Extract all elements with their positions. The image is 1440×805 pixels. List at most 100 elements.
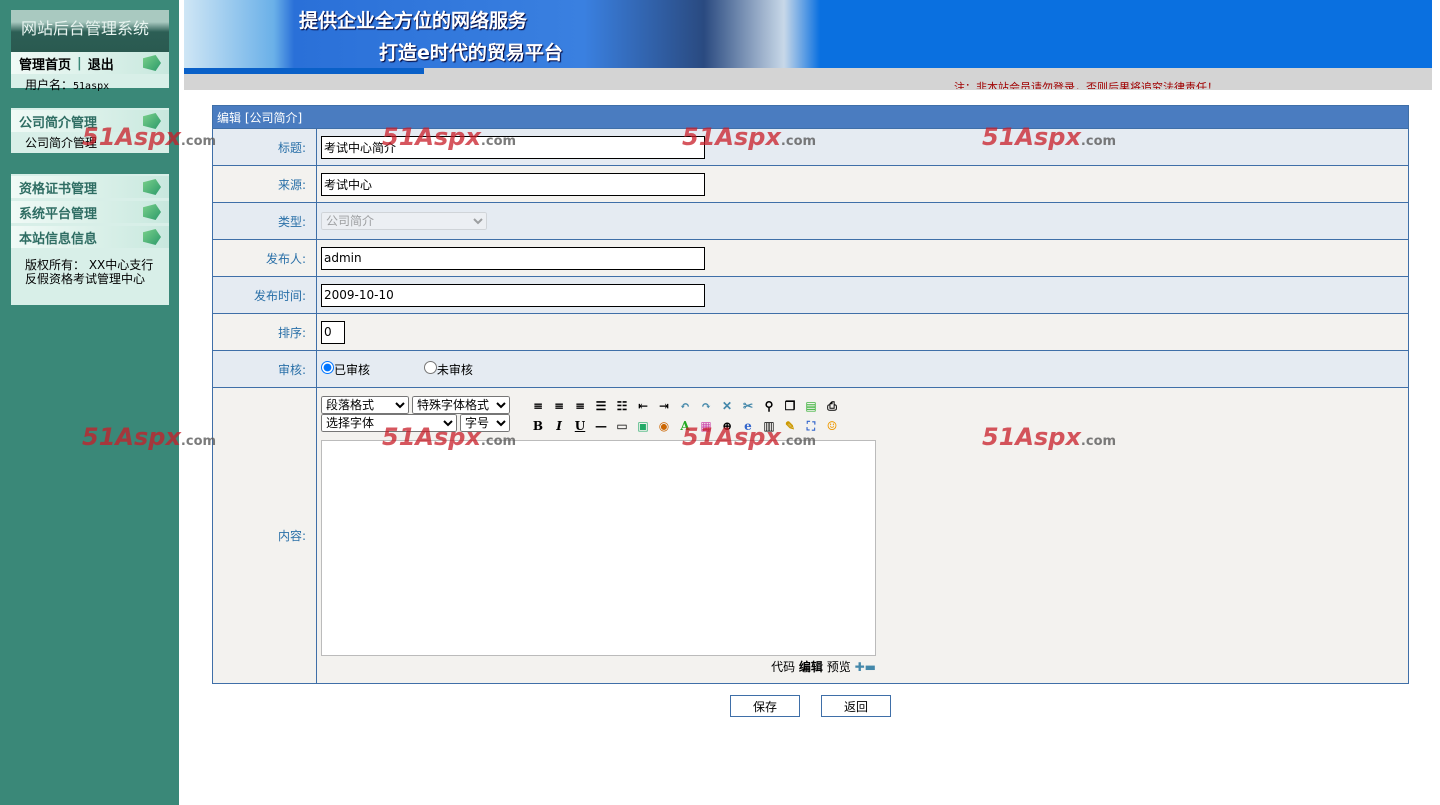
banner-slogan-1: 提供企业全方位的网络服务 [299,10,528,32]
audit-yes-label: 已审核 [334,362,371,377]
align-right-icon[interactable]: ≡ [571,398,589,415]
type-select[interactable]: 公司简介 [321,212,487,230]
source-input[interactable] [321,172,705,196]
top-links: 管理首页 | 退出 [11,52,169,74]
logout-link[interactable]: 退出 [88,54,114,73]
sidebar-item-label: 公司简介管理 [19,115,98,131]
accent-strip [184,68,424,74]
copyright-line: 反假资格考试管理中心 [25,272,146,286]
copyright-line: 版权所有： XX中心支行 [25,258,154,272]
back-button[interactable]: 返回 [821,695,891,717]
publisher-input[interactable] [321,246,705,270]
home-link[interactable]: 管理首页 [19,54,71,73]
undo-icon[interactable]: ↶ [676,398,694,415]
manage-panel: 资格证书管理 系统平台管理 本站信息信息 版权所有： XX中心支行 反假资格考试管… [11,174,169,305]
copy-icon[interactable]: ❐ [781,398,799,415]
sidebar-item-label: 本站信息信息 [19,231,98,247]
edit-form: 编辑 [公司简介] 标题: 来源: 类型:公司简介 发布人: 发布时间: 排序:… [212,105,1409,684]
editor-tabs: 代码 编辑 预览 ✚▬ [321,658,876,675]
grid-icon[interactable]: ▥ [760,418,778,435]
users-icon [143,229,161,245]
content-label: 内容: [212,387,317,684]
system-title: 网站后台管理系统 [11,10,169,52]
content-editor[interactable] [321,440,876,656]
username: 51aspx [73,81,110,92]
shrink-icon[interactable]: ▬ [865,660,876,674]
banner-slogan-2: 打造e时代的贸易平台 [379,42,563,64]
publisher-label: 发布人: [212,239,317,277]
user-info: 用户名：51aspx [11,74,169,95]
size-select[interactable]: 字号 [460,414,510,432]
edit-icon[interactable]: ✎ [781,418,799,435]
underline-button[interactable]: U [571,418,589,435]
unordered-list-icon[interactable]: ☰ [592,398,610,415]
copyright: 版权所有： XX中心支行 反假资格考试管理中心 [11,256,169,288]
title-input[interactable] [321,135,705,159]
cut-icon[interactable]: ✂ [739,398,757,415]
audit-label: 审核: [212,350,317,388]
fullscreen-icon[interactable]: ⛶ [802,418,820,435]
find-icon[interactable]: ⚲ [760,398,778,415]
order-label: 排序: [212,313,317,351]
delete-icon[interactable]: ✕ [718,398,736,415]
print-icon[interactable]: ⎙ [823,398,841,415]
emoticon-icon[interactable]: ☺ [823,418,841,435]
company-panel: 公司简介管理 公司简介管理 [11,108,169,153]
tab-code[interactable]: 代码 [771,660,795,674]
order-input[interactable] [321,320,345,344]
audit-no-label: 未审核 [436,362,473,377]
sidebar-subitem-company[interactable]: 公司简介管理 [11,132,169,153]
horizontal-rule-icon[interactable]: — [592,418,610,435]
user-panel: 网站后台管理系统 管理首页 | 退出 用户名：51aspx [11,10,169,92]
sidebar-item-system[interactable]: 系统平台管理 [11,201,169,223]
redo-icon[interactable]: ↷ [697,398,715,415]
type-label: 类型: [212,202,317,240]
link-icon[interactable]: e [739,418,757,435]
user-label: 用户名： [25,78,74,92]
bold-button[interactable]: B [529,418,547,435]
image-icon[interactable]: ▣ [634,418,652,435]
title-label: 标题: [212,128,317,166]
notepad-icon [143,113,161,129]
align-center-icon[interactable]: ≡ [550,398,568,415]
font-color-icon[interactable]: A [676,418,694,435]
table-icon[interactable]: ▭ [613,418,631,435]
audit-yes[interactable]: 已审核 [321,360,371,377]
sidebar-item-label: 资格证书管理 [19,181,98,197]
tab-edit[interactable]: 编辑 [799,660,823,674]
sidebar-item-cert[interactable]: 资格证书管理 [11,176,169,198]
save-button[interactable]: 保存 [730,695,800,717]
sidebar-item-company[interactable]: 公司简介管理 [11,110,169,132]
audit-no[interactable]: 未审核 [423,360,473,377]
audit-no-radio[interactable] [423,360,437,374]
gear-icon [143,179,161,195]
enlarge-icon[interactable]: ✚ [855,660,865,674]
outdent-icon[interactable]: ⇤ [634,398,652,415]
paragraph-select[interactable]: 段落格式 [321,396,409,414]
color-grid-icon[interactable]: ▦ [697,418,715,435]
font-select[interactable]: 选择字体 [321,414,457,432]
zoom-icon[interactable]: ⊕ [718,418,736,435]
audit-yes-radio[interactable] [321,360,334,374]
align-left-icon[interactable]: ≡ [529,398,547,415]
list-icon [143,204,161,220]
time-input[interactable] [321,283,705,307]
italic-button[interactable]: I [550,418,568,435]
home-icon [143,55,161,71]
paste-icon[interactable]: ▤ [802,398,820,415]
form-header: 编辑 [公司简介] [212,105,1409,129]
separator: | [77,55,82,71]
media-icon[interactable]: ◉ [655,418,673,435]
ordered-list-icon[interactable]: ☷ [613,398,631,415]
banner: 提供企业全方位的网络服务 打造e时代的贸易平台 [184,0,1432,68]
special-font-select[interactable]: 特殊字体格式 [412,396,510,414]
source-label: 来源: [212,165,317,203]
sidebar-item-label: 系统平台管理 [19,206,98,222]
editor-toolbar: 段落格式 特殊字体格式 选择字体 字号 ≡ ≡ ≡ ☰ ☷ ⇤ ⇥ ↶ ↷ ✕ ✂ ⚲ ❐ ▤ ⎙ B I U — ▭ ▣… [321,396,1408,436]
notice-bar: 注：非本站会员请勿登录，否则后果将追究法律责任！ [184,68,1432,90]
time-label: 发布时间: [212,276,317,314]
sidebar-item-info[interactable]: 本站信息信息 [11,226,169,248]
sidebar: 网站后台管理系统 管理首页 | 退出 用户名：51aspx 公司简介管理 公司简… [0,0,179,805]
tab-preview[interactable]: 预览 [827,660,851,674]
indent-icon[interactable]: ⇥ [655,398,673,415]
